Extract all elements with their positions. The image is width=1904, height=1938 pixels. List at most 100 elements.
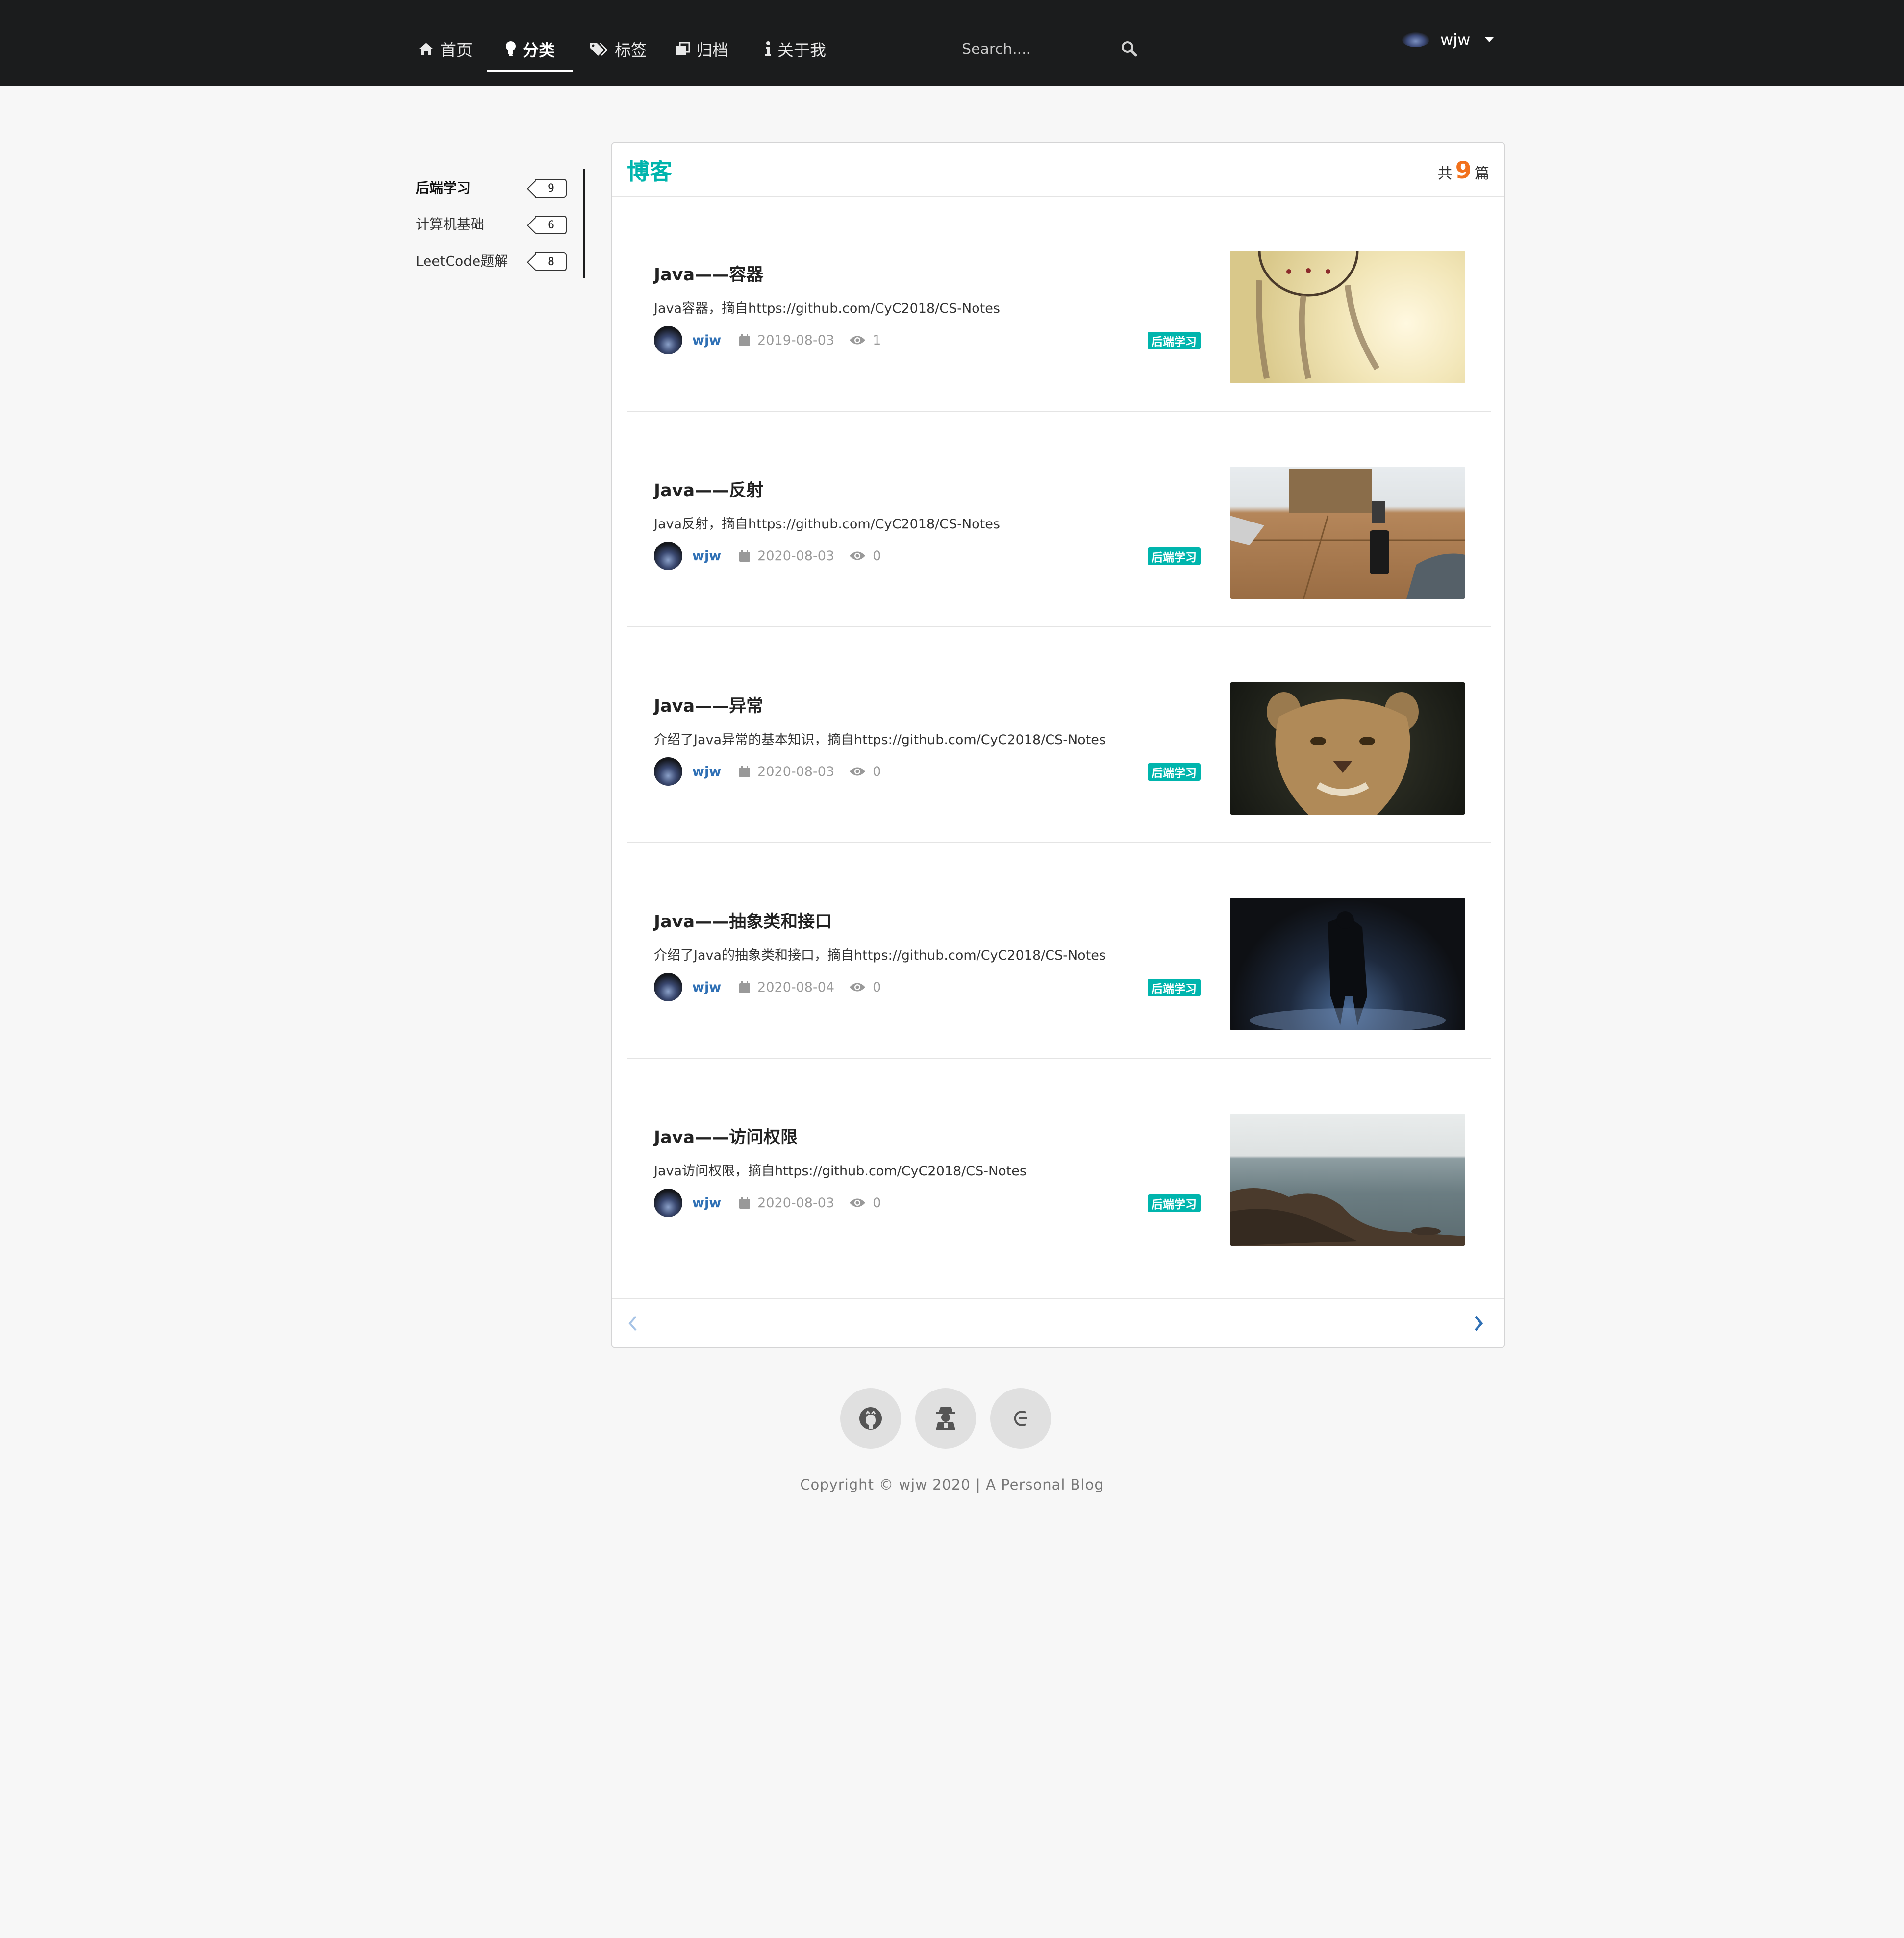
category-active-indicator — [583, 169, 585, 278]
post-item: Java——抽象类和接口 介绍了Java的抽象类和接口，摘自https://gi… — [627, 844, 1491, 1059]
divider — [612, 1298, 1504, 1299]
person-in-rain-image — [1250, 911, 1446, 1030]
post-tag[interactable]: 后端学习 — [1148, 1194, 1201, 1212]
post-item: Java——访问权限 Java访问权限，摘自https://github.com… — [627, 1060, 1491, 1274]
calendar-icon — [739, 334, 751, 346]
user-secret-icon — [936, 1407, 955, 1430]
wechat-button[interactable] — [915, 1388, 976, 1449]
search-input[interactable] — [961, 40, 1110, 58]
view-count: 1 — [873, 332, 881, 348]
author-link[interactable]: wjw — [692, 980, 721, 995]
post-thumbnail-wooden-table[interactable] — [1230, 467, 1465, 599]
author-link[interactable]: wjw — [692, 333, 721, 348]
csdn-icon — [1014, 1411, 1027, 1426]
view-count: 0 — [873, 764, 881, 779]
category-item-backend[interactable]: 后端学习 — [416, 177, 471, 197]
post-meta: wjw 2020-08-03 0 — [654, 1188, 881, 1217]
user-avatar — [1402, 32, 1429, 47]
eye-icon — [850, 1198, 866, 1207]
post-title[interactable]: Java——反射 — [654, 476, 763, 501]
view-count: 0 — [873, 548, 881, 564]
eye-icon — [850, 336, 866, 345]
post-description: 介绍了Java的抽象类和接口，摘自https://github.com/CyC2… — [654, 948, 1106, 963]
nav-about-label: 关于我 — [777, 41, 826, 60]
post-title[interactable]: Java——异常 — [654, 692, 763, 717]
category-label: 计算机基础 — [416, 216, 485, 232]
table-phone-image — [1230, 469, 1465, 599]
divider — [627, 626, 1491, 627]
nav-about[interactable]: 关于我 — [765, 29, 826, 69]
eye-icon — [850, 983, 866, 992]
csdn-button[interactable] — [990, 1388, 1051, 1449]
nav-tags[interactable]: 标签 — [589, 29, 647, 69]
user-name: wjw — [1440, 30, 1471, 49]
category-item-cs-basics[interactable]: 计算机基础 — [416, 214, 484, 233]
post-meta: wjw 2019-08-03 1 — [654, 325, 881, 355]
post-meta: wjw 2020-08-03 0 — [654, 757, 881, 786]
post-item: Java——容器 Java容器，摘自https://github.com/CyC… — [627, 197, 1491, 412]
divider — [627, 842, 1491, 843]
chevron-right-icon[interactable] — [1473, 1315, 1484, 1332]
count-number: 9 — [1455, 157, 1472, 184]
user-dropdown[interactable]: wjw — [1402, 30, 1494, 49]
post-date: 2020-08-03 — [757, 764, 835, 779]
eye-icon — [850, 551, 866, 560]
post-date: 2019-08-03 — [757, 332, 835, 348]
seashore-image — [1230, 1188, 1465, 1246]
search-box — [961, 34, 1147, 64]
category-item-leetcode[interactable]: LeetCode题解 — [416, 250, 508, 270]
lioness-image — [1267, 692, 1419, 815]
count-prefix: 共 — [1437, 165, 1453, 182]
nav-archive-label: 归档 — [696, 41, 728, 60]
author-link[interactable]: wjw — [692, 1195, 721, 1211]
post-tag[interactable]: 后端学习 — [1148, 547, 1201, 565]
post-meta: wjw 2020-08-04 0 — [654, 972, 881, 1002]
copyright-text: Copyright © wjw 2020 | A Personal Blog — [800, 1476, 1104, 1493]
nav-archive[interactable]: 归档 — [676, 29, 728, 69]
post-thumbnail-dreamcatcher[interactable] — [1230, 251, 1465, 383]
chevron-left-icon[interactable] — [627, 1315, 639, 1332]
github-button[interactable] — [840, 1388, 901, 1449]
post-list-card: 博客 共 9 篇 Java——容器 Java容器，摘自https://githu… — [611, 142, 1505, 1348]
post-description: Java容器，摘自https://github.com/CyC2018/CS-N… — [654, 301, 1000, 316]
category-count-badge: 6 — [535, 216, 567, 234]
top-navbar: 首页 分类 标签 归档 关于我 wjw — [0, 0, 1904, 86]
post-thumbnail-dark-rain[interactable] — [1230, 898, 1465, 1030]
info-icon — [765, 41, 771, 56]
calendar-icon — [739, 550, 751, 562]
post-title[interactable]: Java——抽象类和接口 — [654, 908, 832, 933]
post-description: Java访问权限，摘自https://github.com/CyC2018/CS… — [654, 1164, 1027, 1179]
nav-home[interactable]: 首页 — [418, 29, 473, 69]
nav-category[interactable]: 分类 — [505, 29, 555, 69]
divider — [627, 411, 1491, 412]
author-avatar — [654, 326, 682, 354]
author-link[interactable]: wjw — [692, 764, 721, 779]
view-count: 0 — [873, 979, 881, 995]
post-thumbnail-lioness[interactable] — [1230, 682, 1465, 815]
divider — [627, 1058, 1491, 1059]
post-title[interactable]: Java——容器 — [654, 261, 763, 286]
category-label: LeetCode题解 — [416, 253, 508, 269]
nav-category-label: 分类 — [523, 41, 555, 60]
author-avatar — [654, 542, 682, 570]
post-tag[interactable]: 后端学习 — [1148, 979, 1201, 996]
count-suffix: 篇 — [1475, 165, 1489, 182]
post-thumbnail-seashore[interactable] — [1230, 1114, 1465, 1246]
tags-icon — [590, 43, 608, 56]
post-count: 共 9 篇 — [1438, 157, 1489, 184]
post-title[interactable]: Java——访问权限 — [654, 1123, 798, 1148]
search-icon[interactable] — [1121, 40, 1137, 57]
eye-icon — [850, 767, 866, 776]
card-title: 博客 — [627, 158, 672, 185]
author-link[interactable]: wjw — [692, 548, 721, 564]
post-tag[interactable]: 后端学习 — [1148, 763, 1201, 781]
calendar-icon — [739, 1197, 751, 1209]
github-icon — [859, 1407, 882, 1430]
post-date: 2020-08-03 — [757, 548, 835, 564]
view-count: 0 — [873, 1195, 881, 1211]
chevron-down-icon — [1485, 37, 1494, 42]
category-label: 后端学习 — [416, 180, 471, 196]
post-description: Java反射，摘自https://github.com/CyC2018/CS-N… — [654, 517, 1000, 532]
post-item: Java——反射 Java反射，摘自https://github.com/CyC… — [627, 413, 1491, 627]
post-tag[interactable]: 后端学习 — [1148, 332, 1201, 349]
